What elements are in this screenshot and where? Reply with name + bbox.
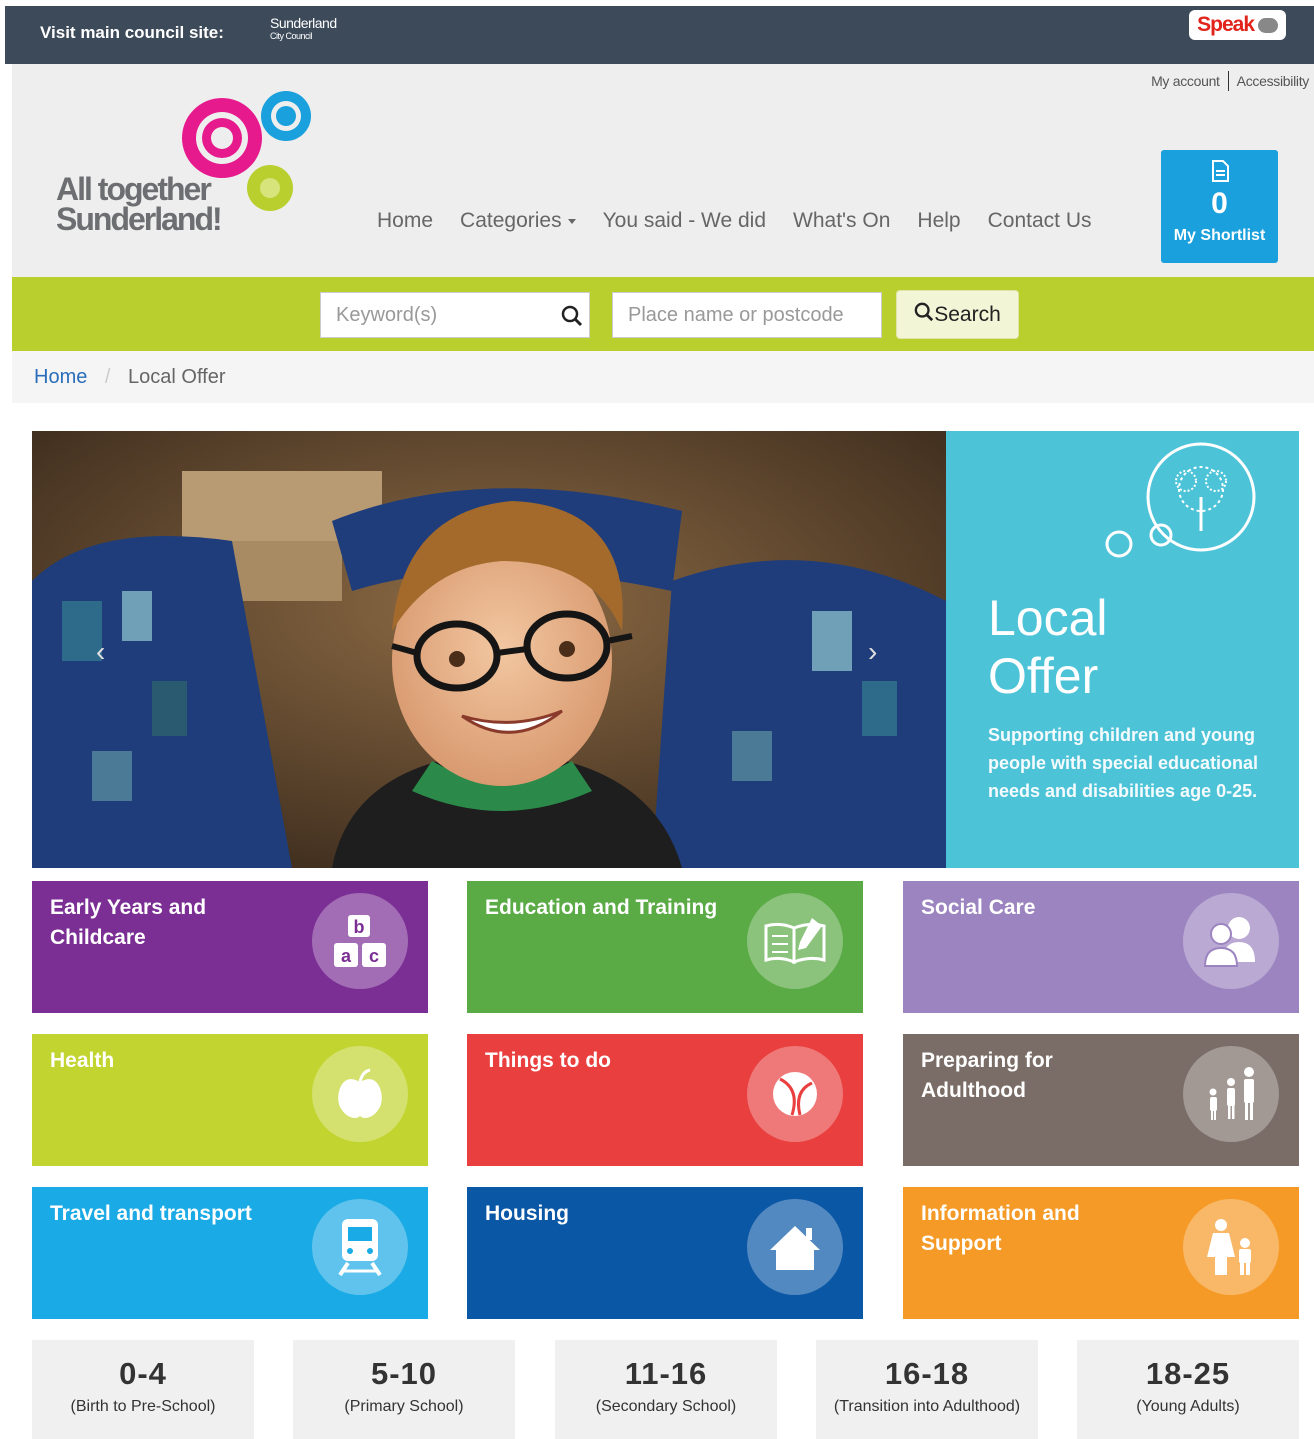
logo-line1: All together bbox=[56, 171, 212, 207]
age-range: 11-16 bbox=[624, 1356, 708, 1391]
hero-title: Local Offer bbox=[988, 589, 1108, 705]
shortlist-button[interactable]: 0 My Shortlist bbox=[1161, 150, 1278, 263]
tile-health[interactable]: Health bbox=[32, 1034, 428, 1166]
keyword-input[interactable] bbox=[321, 293, 589, 337]
age-range-11-16[interactable]: 11-16 (Secondary School) bbox=[555, 1340, 777, 1439]
search-icon[interactable] bbox=[561, 305, 583, 332]
tile-preparing-adulthood[interactable]: Preparing for Adulthood bbox=[903, 1034, 1299, 1166]
utility-links: My account Accessibility bbox=[1151, 71, 1310, 91]
hero-carousel: ‹ › bbox=[32, 431, 946, 868]
svg-text:a: a bbox=[341, 946, 352, 966]
house-icon bbox=[747, 1199, 843, 1295]
people-icon bbox=[1183, 893, 1279, 989]
svg-text:b: b bbox=[354, 917, 365, 937]
nav-home[interactable]: Home bbox=[377, 209, 433, 233]
breadcrumb-home[interactable]: Home bbox=[34, 366, 87, 388]
ball-icon bbox=[747, 1046, 843, 1142]
logo-text: All together Sunderland! bbox=[56, 171, 223, 237]
age-desc: (Young Adults) bbox=[1136, 1398, 1240, 1415]
council-logo-link[interactable]: Sunderland City Council bbox=[270, 15, 337, 42]
tile-housing[interactable]: Housing bbox=[467, 1187, 863, 1319]
speak-button[interactable]: Speak bbox=[1189, 10, 1286, 40]
tile-label: Things to do bbox=[485, 1049, 611, 1072]
hero-title-line1: Local bbox=[988, 590, 1108, 646]
council-logo-line1: Sunderland bbox=[270, 15, 337, 31]
age-desc: (Birth to Pre-School) bbox=[70, 1398, 216, 1415]
age-range: 16-18 bbox=[884, 1356, 970, 1391]
nav-categories-label: Categories bbox=[460, 209, 562, 232]
search-bar: Search bbox=[12, 277, 1314, 351]
tree-thought-bubble-icon bbox=[1105, 442, 1256, 558]
keyword-field bbox=[320, 292, 590, 338]
age-range-18-25[interactable]: 18-25 (Young Adults) bbox=[1077, 1340, 1299, 1439]
age-range-0-4[interactable]: 0-4 (Birth to Pre-School) bbox=[32, 1340, 254, 1439]
site-header: My account Accessibility All together Su… bbox=[12, 64, 1314, 277]
council-site-label: Visit main council site: bbox=[40, 23, 224, 42]
tile-label: Social Care bbox=[921, 896, 1036, 919]
caret-down-icon bbox=[567, 218, 576, 224]
tile-label: Health bbox=[50, 1049, 115, 1072]
book-icon bbox=[747, 893, 843, 989]
search-button-icon bbox=[914, 302, 934, 328]
logo-line2: Sunderland! bbox=[56, 201, 223, 237]
shortlist-label: My Shortlist bbox=[1173, 227, 1266, 244]
location-input[interactable] bbox=[613, 293, 881, 337]
apple-icon bbox=[312, 1046, 408, 1142]
tile-label: Housing bbox=[485, 1202, 569, 1225]
nav-help[interactable]: Help bbox=[917, 209, 960, 233]
age-range: 0-4 bbox=[119, 1356, 167, 1391]
site-logo[interactable]: All together Sunderland! bbox=[52, 90, 322, 250]
accessibility-link[interactable]: Accessibility bbox=[1237, 73, 1310, 91]
nav-categories[interactable]: Categories bbox=[460, 209, 576, 233]
hero-description: Supporting children and young people wit… bbox=[988, 725, 1259, 801]
tile-label: Education and Training bbox=[485, 896, 718, 919]
hero-title-line2: Offer bbox=[988, 648, 1099, 704]
hero-panel: Local Offer Supporting children and youn… bbox=[946, 431, 1299, 868]
tile-social-care[interactable]: Social Care bbox=[903, 881, 1299, 1013]
age-range: 5-10 bbox=[370, 1356, 438, 1391]
tile-information-support[interactable]: Information and Support bbox=[903, 1187, 1299, 1319]
council-bar: Visit main council site: Sunderland City… bbox=[5, 6, 1314, 64]
age-range-16-18[interactable]: 16-18 (Transition into Adulthood) bbox=[816, 1340, 1038, 1439]
age-desc: (Primary School) bbox=[344, 1398, 464, 1415]
tile-education-training[interactable]: Education and Training bbox=[467, 881, 863, 1013]
speech-bubble-icon bbox=[1258, 17, 1278, 33]
hero-image bbox=[32, 431, 946, 868]
tile-label: Early Years and Childcare bbox=[50, 896, 207, 949]
my-account-link[interactable]: My account bbox=[1151, 73, 1220, 91]
location-field bbox=[612, 292, 882, 338]
page: Visit main council site: Sunderland City… bbox=[0, 0, 1314, 1439]
parent-child-icon bbox=[1183, 1199, 1279, 1295]
age-range: 18-25 bbox=[1145, 1356, 1231, 1391]
carousel-prev-button[interactable]: ‹ bbox=[96, 636, 105, 668]
tile-travel-transport[interactable]: Travel and transport bbox=[32, 1187, 428, 1319]
age-desc: (Transition into Adulthood) bbox=[833, 1398, 1021, 1415]
tile-label: Information and Support bbox=[921, 1202, 1080, 1255]
train-icon bbox=[312, 1199, 408, 1295]
divider bbox=[1227, 71, 1229, 91]
main-nav: Home Categories You said - We did What's… bbox=[377, 209, 1118, 233]
tile-early-years[interactable]: Early Years and Childcare bac bbox=[32, 881, 428, 1013]
search-button[interactable]: Search bbox=[896, 290, 1019, 339]
shortlist-count: 0 bbox=[1211, 187, 1228, 220]
nav-contact-us[interactable]: Contact Us bbox=[988, 209, 1092, 233]
nav-you-said-we-did[interactable]: You said - We did bbox=[603, 209, 766, 233]
document-icon bbox=[1161, 160, 1278, 187]
council-logo-line2: City Council bbox=[270, 31, 313, 41]
svg-text:c: c bbox=[369, 946, 379, 966]
breadcrumb-current: Local Offer bbox=[128, 366, 226, 388]
search-button-label: Search bbox=[934, 302, 1001, 326]
tile-label: Preparing for Adulthood bbox=[921, 1049, 1053, 1102]
family-icon bbox=[1183, 1046, 1279, 1142]
age-range-5-10[interactable]: 5-10 (Primary School) bbox=[293, 1340, 515, 1439]
tile-things-to-do[interactable]: Things to do bbox=[467, 1034, 863, 1166]
abc-blocks-icon: bac bbox=[312, 893, 408, 989]
tile-label: Travel and transport bbox=[50, 1202, 252, 1225]
speak-label: Speak bbox=[1197, 13, 1255, 36]
carousel-next-button[interactable]: › bbox=[868, 636, 877, 668]
breadcrumb: Home / Local Offer bbox=[12, 351, 1314, 403]
breadcrumb-separator: / bbox=[104, 366, 111, 388]
nav-whats-on[interactable]: What's On bbox=[793, 209, 890, 233]
age-desc: (Secondary School) bbox=[595, 1398, 737, 1415]
